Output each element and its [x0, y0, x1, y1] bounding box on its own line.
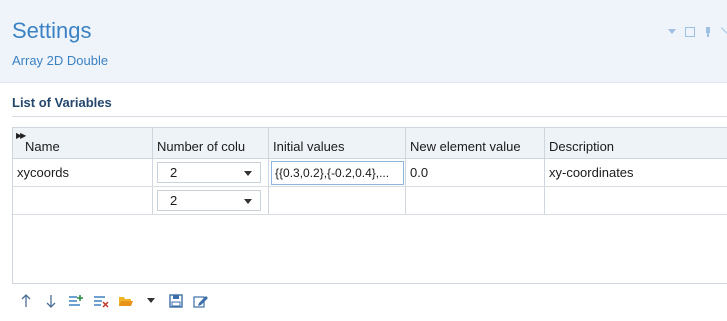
- cell-new-element-value[interactable]: [406, 187, 545, 214]
- cell-name[interactable]: xycoords: [13, 159, 153, 186]
- minimize-icon[interactable]: [667, 27, 677, 37]
- pin-icon[interactable]: [703, 27, 713, 37]
- column-header-initial-values[interactable]: Initial values: [269, 128, 406, 158]
- window-controls: [667, 27, 725, 37]
- section-title[interactable]: List of Variables: [12, 95, 112, 110]
- cell-new-element-value[interactable]: 0.0: [406, 159, 545, 186]
- page-title: Settings: [12, 18, 92, 43]
- arrow-up-icon[interactable]: [18, 293, 34, 309]
- maximize-icon[interactable]: [685, 27, 695, 37]
- cell-num-columns[interactable]: 2: [153, 187, 269, 214]
- cell-num-columns[interactable]: 2: [153, 159, 269, 186]
- save-icon[interactable]: [168, 293, 184, 309]
- cell-initial-values[interactable]: {{0.3,0.2},{-0.2,0.4},...: [269, 159, 406, 186]
- num-columns-select[interactable]: 2: [157, 162, 261, 183]
- expand-columns-icon[interactable]: ▶▶: [16, 131, 26, 140]
- cell-description[interactable]: xy-coordinates: [545, 159, 727, 186]
- column-header-num-columns[interactable]: Number of colu: [153, 128, 269, 158]
- num-columns-select[interactable]: 2: [157, 190, 261, 211]
- table-row[interactable]: 2: [13, 187, 727, 215]
- dropdown-arrow-icon[interactable]: [143, 293, 159, 309]
- table-toolbar: [12, 288, 727, 314]
- open-folder-icon[interactable]: [118, 293, 134, 309]
- initial-values-input[interactable]: {{0.3,0.2},{-0.2,0.4},...: [271, 161, 404, 185]
- delete-rows-icon[interactable]: [93, 293, 109, 309]
- table-row[interactable]: xycoords 2 {{0.3,0.2},{-0.2,0.4},... 0.0…: [13, 159, 727, 187]
- num-columns-value: 2: [170, 193, 178, 208]
- arrow-down-icon[interactable]: [43, 293, 59, 309]
- cell-initial-values[interactable]: [269, 187, 406, 214]
- section-divider: [12, 116, 727, 117]
- page-subtitle: Array 2D Double: [12, 53, 109, 68]
- close-icon[interactable]: [721, 27, 725, 37]
- column-header-description[interactable]: Description: [545, 128, 727, 158]
- column-header-name[interactable]: ▶▶ Name: [13, 128, 153, 158]
- cell-description[interactable]: [545, 187, 727, 214]
- column-header-name-label: Name: [25, 139, 60, 154]
- table-header-row: ▶▶ Name Number of colu Initial values Ne…: [13, 128, 727, 159]
- edit-icon[interactable]: [193, 293, 209, 309]
- cell-name[interactable]: [13, 187, 153, 214]
- add-rows-icon[interactable]: [68, 293, 84, 309]
- variables-table: ▶▶ Name Number of colu Initial values Ne…: [12, 127, 727, 284]
- chevron-down-icon[interactable]: [244, 199, 252, 204]
- num-columns-value: 2: [170, 165, 178, 180]
- column-header-new-element-value[interactable]: New element value: [406, 128, 545, 158]
- chevron-down-icon[interactable]: [244, 171, 252, 176]
- settings-header: Settings Array 2D Double: [0, 0, 727, 83]
